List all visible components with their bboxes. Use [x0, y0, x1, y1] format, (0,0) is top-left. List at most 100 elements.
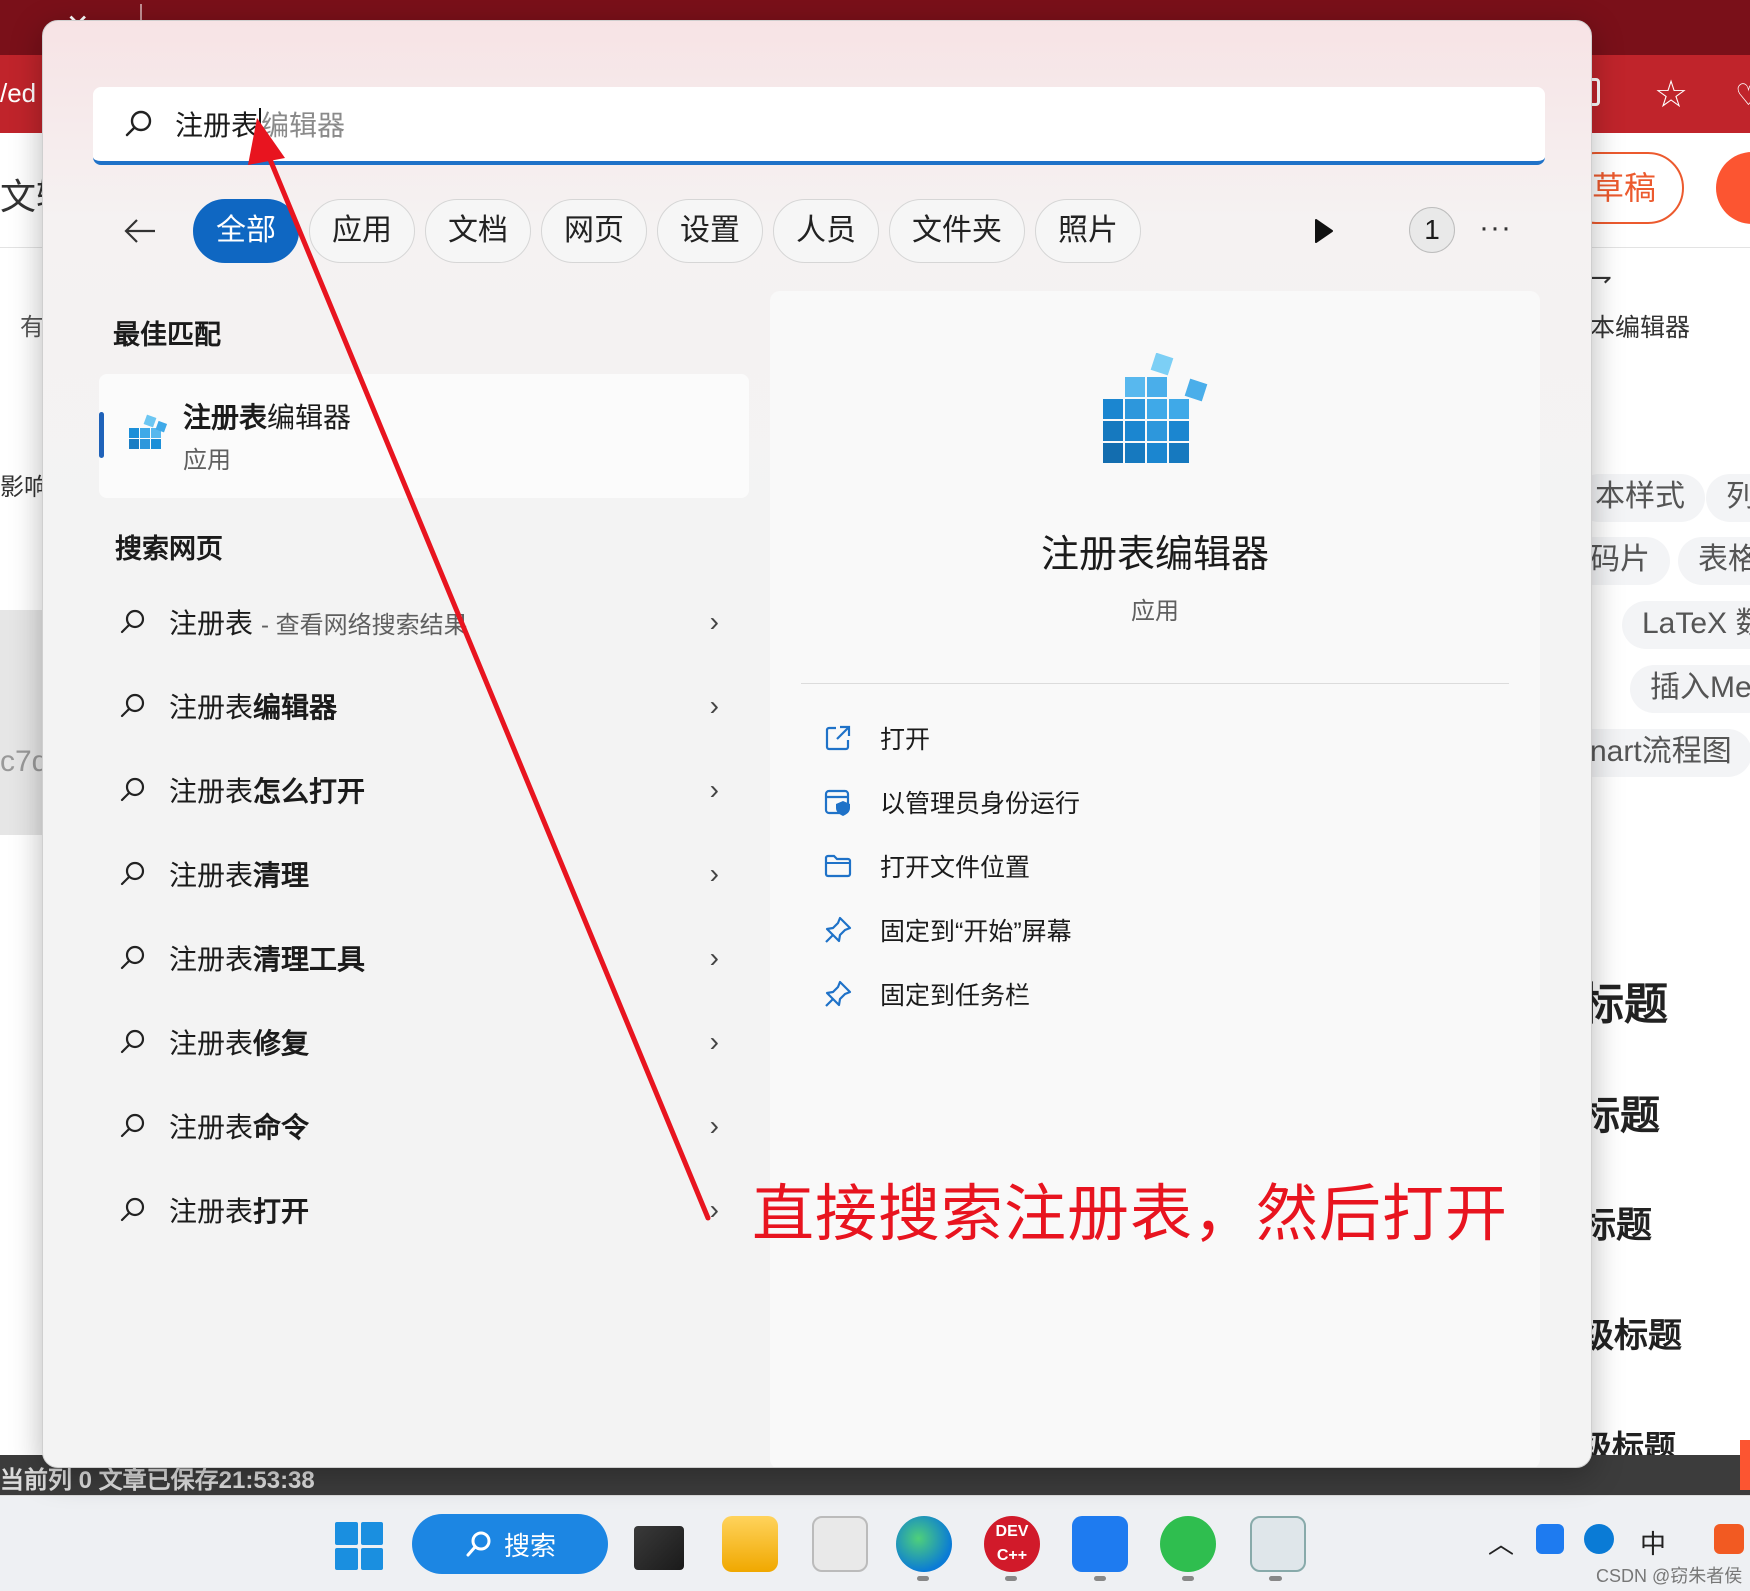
web-result-item[interactable]: 注册表命令 ›: [113, 1096, 749, 1156]
back-button[interactable]: [113, 204, 167, 258]
action-run-as-admin[interactable]: 以管理员身份运行: [822, 779, 1080, 825]
chevron-right-icon[interactable]: ›: [710, 858, 719, 890]
action-label: 固定到任务栏: [880, 982, 1031, 1010]
result-count-badge[interactable]: 1: [1409, 207, 1455, 253]
watermark: CSDN @窃朱者侯: [1596, 1566, 1743, 1586]
running-indicator: [917, 1576, 929, 1581]
chevron-right-icon[interactable]: ›: [710, 1194, 719, 1226]
detail-app-type: 应用: [1131, 598, 1179, 625]
devcpp-icon[interactable]: DEV C++: [984, 1516, 1040, 1572]
address-bar-fragment[interactable]: /ed: [0, 78, 36, 109]
chevron-up-icon[interactable]: ︿: [1488, 1524, 1514, 1561]
edge-browser-icon[interactable]: [896, 1516, 952, 1572]
pin-icon: [822, 978, 854, 1010]
action-pin-to-taskbar[interactable]: 固定到任务栏: [822, 971, 1030, 1017]
web-result-item[interactable]: 注册表清理工具 ›: [113, 928, 749, 988]
chevron-right-icon[interactable]: ›: [710, 1110, 719, 1142]
filter-apps[interactable]: 应用: [309, 199, 415, 263]
regedit-icon: [129, 414, 168, 449]
search-icon: [113, 1106, 153, 1146]
chevron-right-icon[interactable]: ›: [710, 774, 719, 806]
play-more-filters-icon[interactable]: [1309, 217, 1337, 245]
editor-toolbar-fragment: 有: [20, 314, 44, 341]
feishu-icon[interactable]: [1072, 1516, 1128, 1572]
filter-settings[interactable]: 设置: [657, 199, 763, 263]
search-icon: [113, 938, 153, 978]
start-button[interactable]: [335, 1522, 383, 1570]
web-result-item[interactable]: 注册表怎么打开 ›: [113, 760, 749, 820]
running-indicator: [1094, 1576, 1106, 1581]
search-query: 注册表: [175, 110, 260, 141]
web-result-text: 注册表清理: [169, 860, 310, 891]
divider: [801, 683, 1509, 684]
web-result-text: 注册表怎么打开: [169, 776, 366, 807]
best-match-title: 最佳匹配: [113, 320, 221, 350]
best-match-item[interactable]: 注册表编辑器 应用: [99, 374, 749, 498]
tray-edge-icon[interactable]: [1584, 1524, 1614, 1554]
wechat-icon[interactable]: [1160, 1516, 1216, 1572]
format-chip[interactable]: 本样式: [1575, 474, 1705, 522]
search-icon: [113, 1022, 153, 1062]
search-icon: [113, 602, 153, 642]
editor-text-fragment: 影响: [0, 474, 48, 501]
tray-sogou-icon[interactable]: [1714, 1524, 1744, 1554]
taskbar-search-button[interactable]: 搜索: [412, 1514, 608, 1574]
app-detail-pane: 注册表编辑器 应用 打开 以管理员身份运行 打开文件位置 固定到“开始”屏幕 固…: [770, 291, 1540, 1467]
filter-people[interactable]: 人员: [773, 199, 879, 263]
selection-indicator: [99, 412, 104, 458]
chevron-right-icon[interactable]: ›: [710, 690, 719, 722]
open-external-icon: [822, 722, 854, 754]
action-open-file-location[interactable]: 打开文件位置: [822, 843, 1030, 889]
filter-folders[interactable]: 文件夹: [889, 199, 1025, 263]
file-explorer-icon[interactable]: [722, 1516, 778, 1572]
web-result-item[interactable]: 注册表编辑器 ›: [113, 676, 749, 736]
web-result-text: 注册表编辑器: [169, 692, 338, 723]
filter-documents[interactable]: 文档: [425, 199, 531, 263]
chevron-right-icon[interactable]: ›: [710, 1026, 719, 1058]
web-search-title: 搜索网页: [115, 534, 223, 564]
action-pin-to-start[interactable]: 固定到“开始”屏幕: [822, 907, 1072, 953]
back-arrow-icon: [124, 219, 155, 243]
heading-option[interactable]: 标题: [1580, 968, 1668, 1032]
format-chip[interactable]: LaTeX 数: [1622, 601, 1750, 649]
running-indicator: [1182, 1576, 1194, 1581]
filter-web[interactable]: 网页: [541, 199, 647, 263]
web-result-item[interactable]: 注册表 - 查看网络搜索结果 ›: [113, 592, 749, 652]
regedit-large-icon: [1103, 353, 1208, 463]
filter-photos[interactable]: 照片: [1035, 199, 1141, 263]
web-result-text: 注册表清理工具: [169, 944, 366, 975]
format-chip[interactable]: 表格: [1678, 537, 1750, 585]
search-input[interactable]: 注册表 编辑器: [93, 87, 1545, 165]
web-result-item[interactable]: 注册表打开 ›: [113, 1180, 749, 1240]
favorites-icon[interactable]: ☆: [1654, 72, 1688, 117]
more-options-button[interactable]: ···: [1479, 211, 1512, 245]
python-file-icon[interactable]: [812, 1516, 868, 1572]
collections-icon[interactable]: ♡: [1735, 78, 1750, 113]
running-indicator: [1005, 1576, 1017, 1581]
ime-indicator[interactable]: 中: [1640, 1524, 1666, 1561]
tray-feishu-icon[interactable]: [1536, 1524, 1564, 1554]
taskbar-search-label: 搜索: [503, 1530, 556, 1561]
heading-option[interactable]: 级标题: [1580, 1308, 1682, 1357]
search-icon: [125, 110, 152, 137]
chevron-right-icon[interactable]: ›: [710, 606, 719, 638]
detail-app-name: 注册表编辑器: [1040, 534, 1269, 576]
format-chip[interactable]: 插入Me: [1630, 665, 1750, 713]
floating-button[interactable]: [1740, 1440, 1750, 1490]
format-chip[interactable]: nart流程图: [1570, 729, 1750, 777]
web-result-item[interactable]: 注册表修复 ›: [113, 1012, 749, 1072]
format-chip[interactable]: 列: [1706, 474, 1750, 522]
chevron-right-icon[interactable]: ›: [710, 942, 719, 974]
best-match-name: 注册表编辑器: [183, 402, 352, 433]
editor-mode-icon[interactable]: ⇁: [1590, 262, 1612, 293]
web-result-item[interactable]: 注册表清理 ›: [113, 844, 749, 904]
filter-all[interactable]: 全部: [193, 199, 299, 263]
editor-left-panel: [0, 610, 44, 835]
action-open[interactable]: 打开: [822, 715, 930, 761]
annotation-caption: 直接搜索注册表，然后打开: [752, 1180, 1509, 1249]
editor-mode-label[interactable]: 本编辑器: [1590, 308, 1690, 344]
regedit-taskbar-icon[interactable]: [1250, 1516, 1306, 1572]
heading-option[interactable]: 标题: [1580, 1083, 1660, 1141]
task-view-icon[interactable]: [634, 1526, 684, 1570]
filter-bar: 全部 应用 文档 网页 设置 人员 文件夹 照片: [113, 199, 1141, 263]
